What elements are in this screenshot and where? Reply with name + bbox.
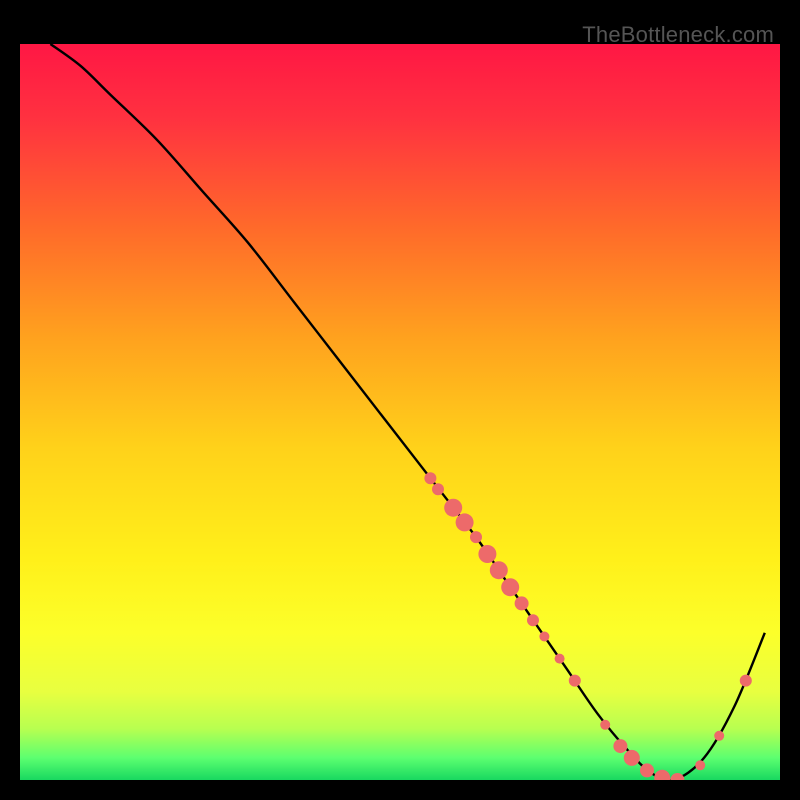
- chart-frame: TheBottleneck.com: [20, 20, 780, 780]
- data-point: [740, 675, 752, 687]
- gradient-background: [20, 44, 780, 780]
- data-point: [432, 483, 444, 495]
- data-point: [478, 545, 496, 563]
- watermark-text: TheBottleneck.com: [582, 22, 774, 48]
- data-point: [714, 731, 724, 741]
- data-point: [527, 614, 539, 626]
- data-point: [501, 578, 519, 596]
- data-point: [600, 720, 610, 730]
- data-point: [539, 632, 549, 642]
- data-point: [640, 763, 654, 777]
- data-point: [624, 750, 640, 766]
- data-point: [470, 531, 482, 543]
- data-point: [490, 561, 508, 579]
- data-point: [456, 513, 474, 531]
- data-point: [695, 760, 705, 770]
- data-point: [515, 596, 529, 610]
- data-point: [424, 472, 436, 484]
- data-point: [444, 499, 462, 517]
- data-point: [569, 675, 581, 687]
- bottleneck-chart: [20, 20, 780, 780]
- data-point: [613, 739, 627, 753]
- data-point: [555, 654, 565, 664]
